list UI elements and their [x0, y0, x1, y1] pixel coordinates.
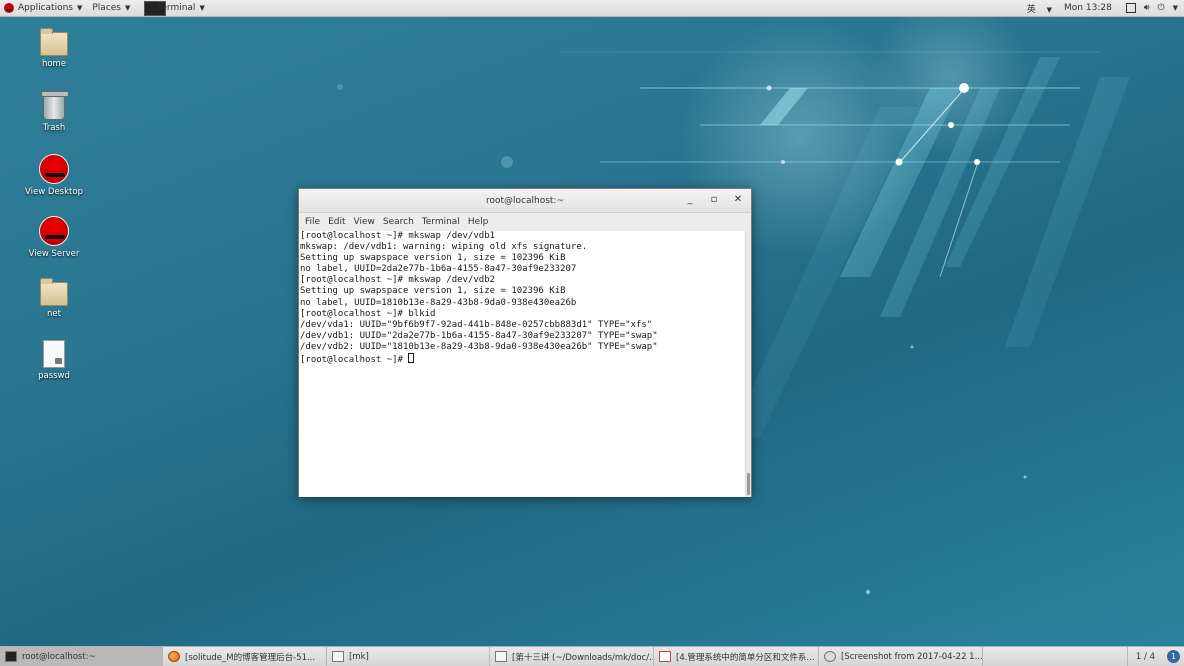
top-panel: Applications ▼ Places ▼ Terminal ▼ 英 ▼ M…	[0, 0, 1184, 17]
file-manager-icon	[332, 651, 344, 662]
task-label: [solitude_M的博客管理后台-51...	[185, 652, 316, 663]
desktop-icon-passwd[interactable]: passwd	[19, 340, 89, 381]
menu-file[interactable]: File	[301, 217, 324, 227]
pdf-icon	[659, 651, 671, 662]
window-title: root@localhost:~	[485, 195, 565, 206]
trash-icon	[41, 91, 69, 120]
terminal-window[interactable]: root@localhost:~ _ ▫ ✕ File Edit View Se…	[298, 188, 752, 497]
redhat-icon	[39, 154, 69, 184]
task-label: [第十三讲 (~/Downloads/mk/doc/...	[512, 652, 654, 663]
minimize-icon[interactable]: _	[683, 194, 697, 205]
text-editor-icon	[495, 651, 507, 662]
applications-label: Applications	[18, 3, 73, 13]
firefox-icon	[168, 651, 180, 662]
input-method-indicator[interactable]: 英 ▼	[1019, 2, 1052, 15]
terminal-line: mkswap: /dev/vdb1: warning: wiping old x…	[300, 242, 588, 253]
applications-menu[interactable]: Applications ▼	[0, 0, 88, 17]
terminal-line: no label, UUID=1810b13e-8a29-43b8-9da0-9…	[300, 297, 577, 308]
terminal-line: /dev/vdb2: UUID="1810b13e-8a29-43b8-9da0…	[300, 341, 658, 352]
chevron-down-icon: ▼	[76, 4, 83, 12]
desktop-icon-view-desktop[interactable]: View Desktop	[19, 154, 89, 197]
task-firefox[interactable]: [solitude_M的博客管理后台-51...	[163, 646, 327, 666]
task-label: [Screenshot from 2017-04-22 1...	[841, 651, 983, 662]
terminal-scrollbar[interactable]	[745, 231, 751, 497]
terminal-output[interactable]: [root@localhost ~]# mkswap /dev/vdb1 mks…	[299, 231, 745, 497]
terminal-line: Setting up swapspace version 1, size = 1…	[300, 286, 566, 297]
workspace-pager[interactable]: 1 / 4	[1126, 646, 1163, 666]
task-pdf-viewer[interactable]: [4.管理系统中的简单分区和文件系...	[654, 646, 819, 666]
terminal-line: Setting up swapspace version 1, size = 1…	[300, 253, 566, 264]
desktop-icon-label: View Server	[28, 249, 80, 259]
desktop-icon-home[interactable]: home	[19, 28, 89, 69]
redhat-icon	[4, 3, 14, 13]
power-icon[interactable]: ⏻	[1157, 3, 1164, 13]
terminal-text: [root@localhost ~]# mkswap /dev/vdb1 mks…	[299, 231, 745, 366]
menu-edit[interactable]: Edit	[324, 217, 349, 227]
close-icon[interactable]: ✕	[731, 194, 745, 205]
desktop-icon-label: passwd	[38, 371, 70, 381]
desktop-icon-view-server[interactable]: View Server	[19, 216, 89, 259]
terminal-line: no label, UUID=2da2e77b-1b6a-4155-8a47-3…	[300, 264, 577, 275]
terminal-icon	[5, 651, 17, 662]
chevron-down-icon: ▼	[199, 4, 205, 12]
task-label: [mk]	[349, 651, 369, 662]
desktop-icon-trash[interactable]: Trash	[19, 91, 89, 133]
notification-badge[interactable]: 1	[1167, 650, 1180, 663]
folder-icon	[40, 278, 68, 306]
task-label: root@localhost:~	[22, 651, 96, 662]
window-menubar: File Edit View Search Terminal Help	[299, 213, 751, 231]
clock[interactable]: Mon 13:28	[1064, 3, 1112, 13]
desktop-icon-net[interactable]: net	[19, 278, 89, 319]
places-label: Places	[92, 3, 121, 13]
terminal-line: [root@localhost ~]# mkswap /dev/vdb1	[300, 231, 496, 241]
terminal-line: [root@localhost ~]# blkid	[300, 308, 436, 319]
terminal-line: [root@localhost ~]# mkswap /dev/vdb2	[300, 275, 496, 286]
desktop-icon-label: home	[41, 59, 67, 69]
window-titlebar[interactable]: root@localhost:~ _ ▫ ✕	[299, 189, 751, 213]
task-screenshot[interactable]: [Screenshot from 2017-04-22 1...	[819, 646, 983, 666]
screenshot-icon	[824, 651, 836, 662]
chevron-down-icon[interactable]: ▼	[1173, 4, 1178, 12]
menu-view[interactable]: View	[350, 217, 379, 227]
menu-terminal[interactable]: Terminal	[418, 217, 464, 227]
locked-file-icon	[43, 340, 65, 368]
terminal-app-label: Terminal	[157, 3, 196, 13]
desktop-icon-label: View Desktop	[25, 187, 83, 197]
desktop-icon-label: Trash	[42, 123, 66, 133]
maximize-icon[interactable]: ▫	[707, 194, 721, 205]
redhat-icon	[39, 216, 69, 246]
task-label: [4.管理系统中的简单分区和文件系...	[676, 652, 815, 663]
volume-icon[interactable]: 🔊︎	[1144, 3, 1150, 13]
menu-help[interactable]: Help	[464, 217, 493, 227]
status-area: 英 ▼ Mon 13:28 🔊︎ ⏻ ▼	[1011, 0, 1184, 17]
scrollbar-thumb[interactable]	[747, 473, 750, 495]
screen-icon[interactable]	[1125, 3, 1136, 13]
menu-search[interactable]: Search	[379, 217, 418, 227]
terminal-line: /dev/vdb1: UUID="2da2e77b-1b6a-4155-8a47…	[300, 330, 658, 341]
terminal-line: /dev/vda1: UUID="9bf6b9f7-92ad-441b-848e…	[300, 319, 653, 330]
terminal-app-menu[interactable]: Terminal ▼	[136, 0, 210, 17]
terminal-prompt: [root@localhost ~]#	[300, 355, 409, 366]
task-text-editor[interactable]: [第十三讲 (~/Downloads/mk/doc/...	[490, 646, 654, 666]
desktop-icon-label: net	[47, 309, 61, 319]
text-cursor	[408, 353, 415, 364]
folder-home-icon	[40, 28, 68, 56]
places-menu[interactable]: Places ▼	[88, 0, 136, 17]
chevron-down-icon: ▼	[125, 4, 131, 12]
task-file-manager[interactable]: [mk]	[327, 646, 490, 666]
task-terminal[interactable]: root@localhost:~	[0, 646, 163, 666]
bottom-taskbar: root@localhost:~ [solitude_M的博客管理后台-51..…	[0, 646, 1184, 666]
